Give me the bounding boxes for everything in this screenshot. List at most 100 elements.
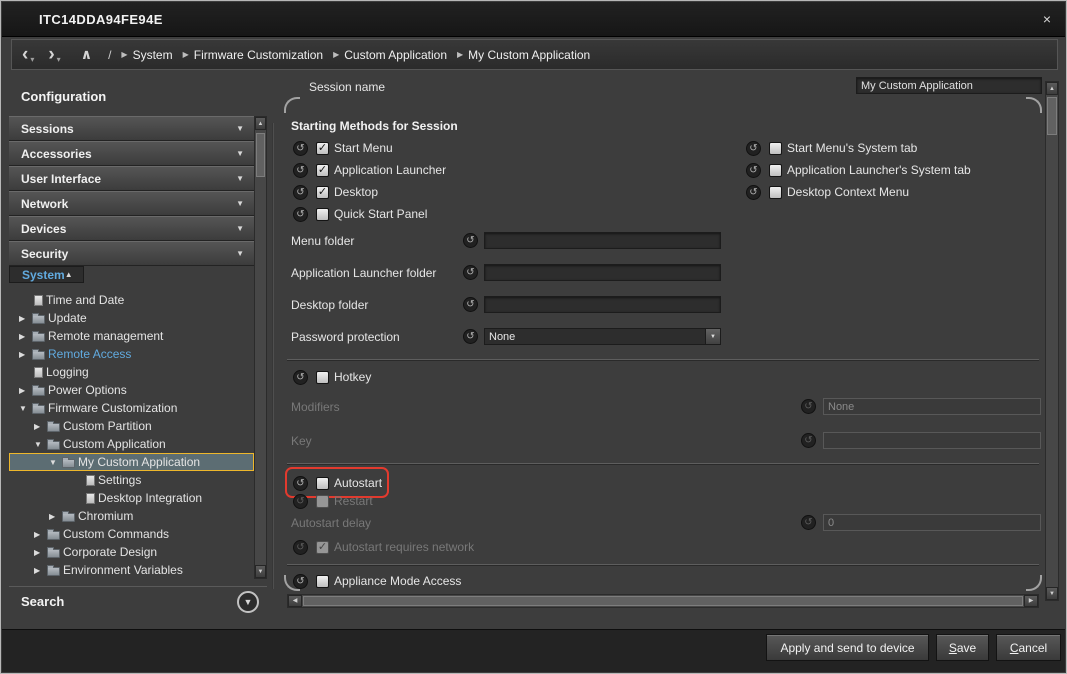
sidebar-item-security[interactable]: Security ▼: [9, 241, 254, 266]
password-protection-select[interactable]: None ▼: [484, 328, 721, 345]
breadcrumb-item-system[interactable]: ▶ System: [121, 48, 172, 62]
tree-item-chromium[interactable]: ▶ Chromium: [9, 507, 254, 525]
tree-item-my-custom-application[interactable]: ▼ My Custom Application: [9, 453, 254, 471]
application-launcher-folder-input[interactable]: [484, 264, 721, 281]
breadcrumb-item-my-custom-application[interactable]: ▶ My Custom Application: [457, 48, 590, 62]
system-tree: Time and Date ▶ Update ▶ Remote manageme…: [9, 291, 254, 579]
sidebar-item-devices[interactable]: Devices ▼: [9, 216, 254, 241]
chevron-down-icon: ▼: [236, 124, 244, 133]
session-name-input[interactable]: [856, 77, 1042, 94]
chevron-down-icon: ▼: [236, 149, 244, 158]
horizontal-scrollbar[interactable]: ◀ ▶: [287, 594, 1039, 608]
breadcrumb-item-custom-application[interactable]: ▶ Custom Application: [333, 48, 447, 62]
tree-item-remote-access[interactable]: ▶ Remote Access: [9, 345, 254, 363]
sidebar-scrollbar-thumb[interactable]: [256, 133, 265, 177]
tree-item-remote-management[interactable]: ▶ Remote management: [9, 327, 254, 345]
tree-item-custom-partition[interactable]: ▶ Custom Partition: [9, 417, 254, 435]
sidebar-item-user-interface[interactable]: User Interface ▼: [9, 166, 254, 191]
scroll-up-icon[interactable]: ▲: [1046, 82, 1058, 95]
search-expand-button[interactable]: ▼: [237, 591, 259, 613]
tree-item-corporate-design[interactable]: ▶ Corporate Design: [9, 543, 254, 561]
reset-icon[interactable]: ↺: [463, 329, 478, 344]
tree-expander-icon[interactable]: ▼: [49, 458, 62, 467]
tree-item-power-options[interactable]: ▶ Power Options: [9, 381, 254, 399]
forward-dropdown-icon[interactable]: ▾: [57, 55, 61, 64]
horizontal-scrollbar-thumb[interactable]: [303, 596, 1023, 606]
reset-icon[interactable]: ↺: [463, 233, 478, 248]
cancel-button[interactable]: Cancel: [996, 634, 1061, 661]
nav-back-button[interactable]: ‹ ▾: [22, 46, 34, 64]
reset-icon[interactable]: ↺: [293, 185, 308, 200]
tree-expander-icon[interactable]: ▶: [19, 350, 32, 359]
back-dropdown-icon[interactable]: ▾: [30, 55, 34, 64]
desktop-checkbox[interactable]: ✓: [316, 186, 329, 199]
tree-expander-icon[interactable]: ▼: [34, 440, 47, 449]
tree-item-desktop-integration[interactable]: Desktop Integration: [9, 489, 254, 507]
reset-icon[interactable]: ↺: [293, 163, 308, 178]
start-menu-system-tab-checkbox[interactable]: [769, 142, 782, 155]
save-button[interactable]: Save: [936, 634, 989, 661]
breadcrumb-item-firmware-customization[interactable]: ▶ Firmware Customization: [183, 48, 324, 62]
sidebar-item-sessions[interactable]: Sessions ▼: [9, 116, 254, 141]
tree-expander-icon[interactable]: ▶: [19, 314, 32, 323]
nav-up-button[interactable]: ∧: [81, 46, 92, 63]
nav-forward-button[interactable]: › ▾: [48, 46, 60, 64]
window-title: ITC14DDA94FE94E: [39, 12, 163, 27]
scroll-up-icon[interactable]: ▲: [255, 117, 266, 130]
desktop-folder-input[interactable]: [484, 296, 721, 313]
scroll-right-icon[interactable]: ▶: [1024, 595, 1038, 607]
application-launcher-checkbox[interactable]: ✓: [316, 164, 329, 177]
start-menu-checkbox[interactable]: ✓: [316, 142, 329, 155]
tree-item-logging[interactable]: Logging: [9, 363, 254, 381]
tree-expander-icon[interactable]: ▶: [19, 332, 32, 341]
reset-icon[interactable]: ↺: [293, 370, 308, 385]
close-icon[interactable]: ×: [1043, 11, 1051, 27]
tree-item-firmware-customization[interactable]: ▼ Firmware Customization: [9, 399, 254, 417]
tree-expander-icon[interactable]: ▶: [49, 512, 62, 521]
tree-item-environment-variables[interactable]: ▶ Environment Variables: [9, 561, 254, 579]
quick-start-panel-checkbox[interactable]: [316, 208, 329, 221]
tree-item-update[interactable]: ▶ Update: [9, 309, 254, 327]
folder-icon: [47, 549, 60, 558]
tree-expander-icon[interactable]: ▶: [34, 566, 47, 575]
sidebar-item-accessories[interactable]: Accessories ▼: [9, 141, 254, 166]
vertical-scrollbar[interactable]: ▲ ▼: [1045, 81, 1059, 601]
document-icon: [86, 475, 95, 486]
scroll-left-icon[interactable]: ◀: [288, 595, 302, 607]
reset-icon[interactable]: ↺: [746, 163, 761, 178]
desktop-context-menu-checkbox[interactable]: [769, 186, 782, 199]
tree-expander-icon[interactable]: ▶: [34, 530, 47, 539]
application-launcher-system-tab-checkbox[interactable]: [769, 164, 782, 177]
sidebar-item-system[interactable]: System ▲: [9, 266, 84, 283]
tree-item-settings[interactable]: Settings: [9, 471, 254, 489]
panel-splitter[interactable]: [272, 123, 274, 589]
reset-icon[interactable]: ↺: [293, 476, 308, 491]
dropdown-arrow-icon[interactable]: ▼: [705, 329, 720, 344]
tree-expander-icon[interactable]: ▶: [34, 548, 47, 557]
check-icon: ✓: [317, 542, 328, 553]
tree-item-time-and-date[interactable]: Time and Date: [9, 291, 254, 309]
reset-icon[interactable]: ↺: [293, 141, 308, 156]
tree-expander-icon[interactable]: ▶: [34, 422, 47, 431]
reset-icon[interactable]: ↺: [463, 297, 478, 312]
tree-expander-icon[interactable]: ▶: [19, 386, 32, 395]
reset-icon[interactable]: ↺: [746, 141, 761, 156]
tree-item-custom-application[interactable]: ▼ Custom Application: [9, 435, 254, 453]
reset-icon[interactable]: ↺: [463, 265, 478, 280]
hotkey-checkbox[interactable]: [316, 371, 329, 384]
apply-and-send-button[interactable]: Apply and send to device: [766, 634, 929, 661]
vertical-scrollbar-thumb[interactable]: [1047, 97, 1057, 135]
sidebar-scrollbar[interactable]: ▲ ▼: [254, 116, 267, 579]
reset-icon[interactable]: ↺: [293, 207, 308, 222]
configuration-sidebar: Configuration Sessions ▼ Accessories ▼ U…: [9, 79, 267, 616]
reset-icon[interactable]: ↺: [293, 574, 308, 589]
tree-item-custom-commands[interactable]: ▶ Custom Commands: [9, 525, 254, 543]
autostart-checkbox[interactable]: [316, 477, 329, 490]
appliance-mode-access-checkbox[interactable]: [316, 575, 329, 588]
sidebar-item-network[interactable]: Network ▼: [9, 191, 254, 216]
tree-expander-icon[interactable]: ▼: [19, 404, 32, 413]
menu-folder-input[interactable]: [484, 232, 721, 249]
scroll-down-icon[interactable]: ▼: [255, 565, 266, 578]
scroll-down-icon[interactable]: ▼: [1046, 587, 1058, 600]
reset-icon[interactable]: ↺: [746, 185, 761, 200]
